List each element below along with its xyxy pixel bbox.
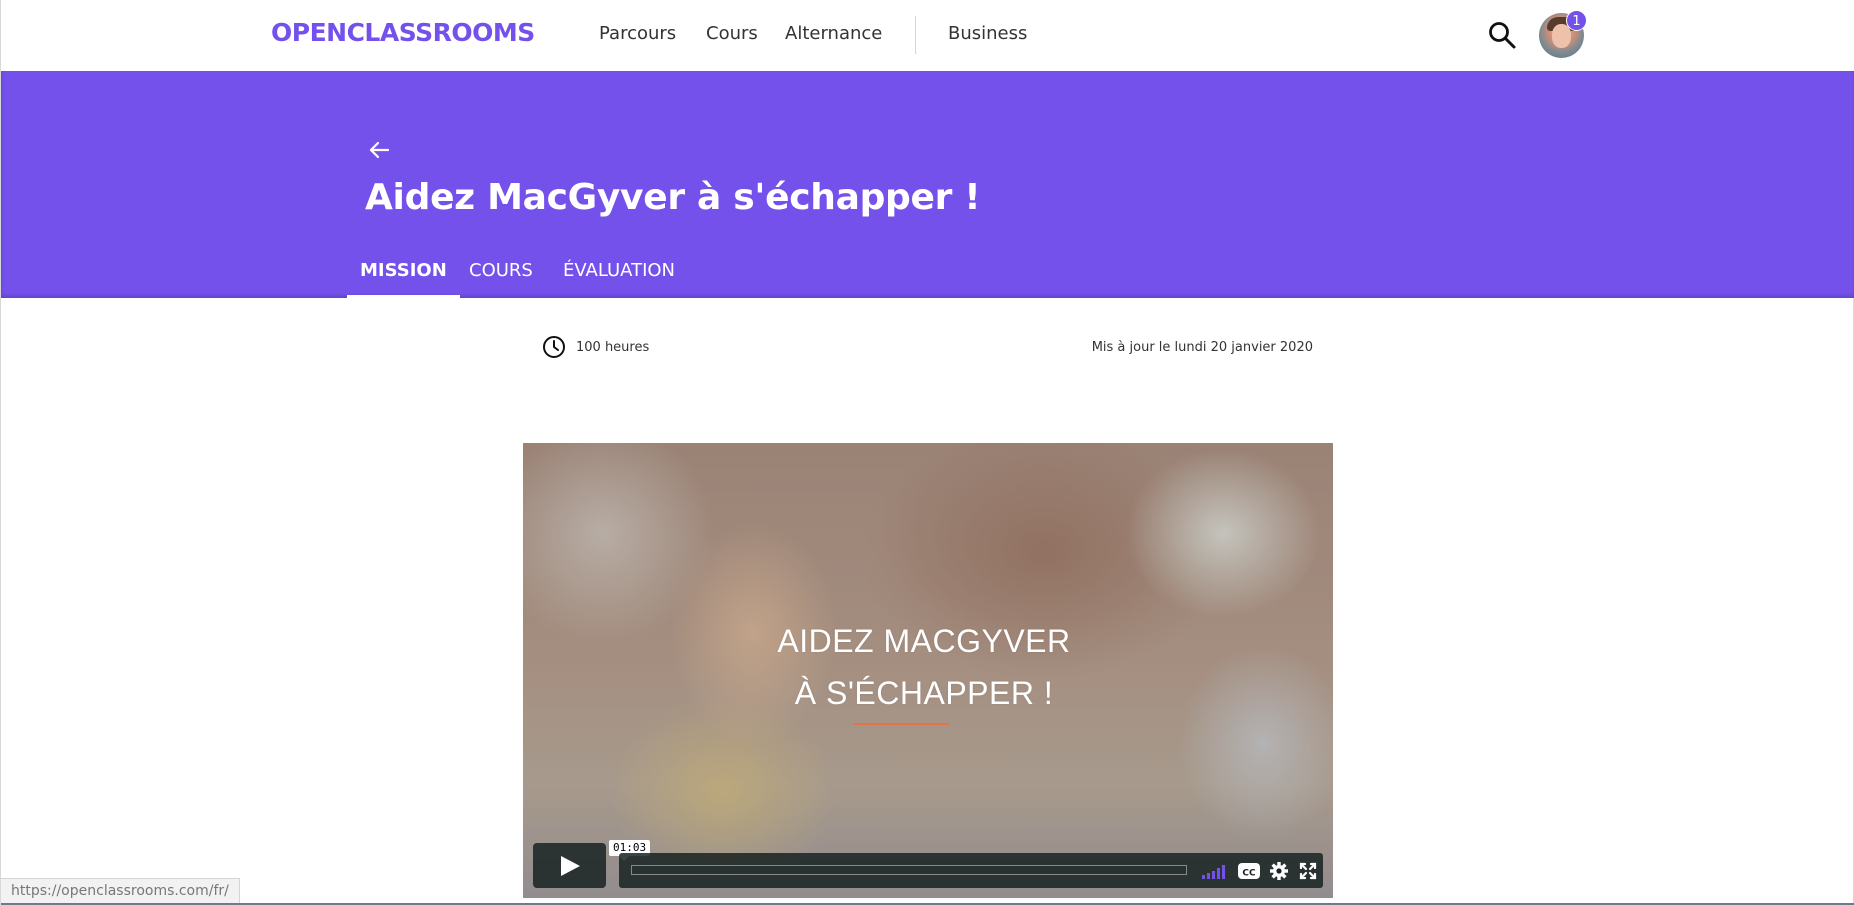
svg-text:CC: CC bbox=[1242, 869, 1256, 879]
video-title-underline bbox=[853, 723, 949, 725]
fullscreen-icon[interactable] bbox=[1299, 861, 1317, 881]
top-navigation: OPENCLASSROOMS Parcours Cours Alternance… bbox=[1, 0, 1854, 71]
settings-icon[interactable] bbox=[1269, 861, 1289, 881]
tab-mission[interactable]: MISSION bbox=[347, 257, 460, 298]
notification-badge[interactable]: 1 bbox=[1566, 10, 1587, 31]
closed-captions-icon[interactable]: CC bbox=[1237, 861, 1261, 881]
video-frame bbox=[523, 443, 1333, 898]
video-control-bar: CC bbox=[619, 853, 1323, 888]
video-title-line2: À S'ÉCHAPPER ! bbox=[794, 675, 1054, 711]
nav-link-cours[interactable]: Cours bbox=[706, 23, 758, 44]
arrow-left-icon[interactable] bbox=[367, 138, 391, 162]
course-video-player[interactable]: AIDEZ MACGYVER À S'ÉCHAPPER ! 01:03 CC bbox=[523, 443, 1333, 898]
last-updated-text: Mis à jour le lundi 20 janvier 2020 bbox=[1091, 340, 1313, 355]
status-bar-url: https://openclassrooms.com/fr/ bbox=[1, 878, 240, 904]
play-button[interactable] bbox=[533, 843, 606, 888]
nav-divider bbox=[915, 16, 916, 54]
course-header: Aidez MacGyver à s'échapper ! MISSION CO… bbox=[1, 71, 1854, 298]
nav-link-business[interactable]: Business bbox=[948, 23, 1027, 44]
video-progress-bar[interactable] bbox=[631, 865, 1187, 875]
openclassrooms-logo[interactable]: OPENCLASSROOMS bbox=[271, 18, 535, 47]
tab-cours[interactable]: COURS bbox=[469, 257, 533, 298]
clock-icon bbox=[543, 336, 565, 358]
video-title-line1: AIDEZ MACGYVER bbox=[777, 623, 1071, 659]
search-icon[interactable] bbox=[1487, 20, 1517, 50]
duration-text: 100 heures bbox=[576, 339, 650, 355]
course-duration: 100 heures bbox=[542, 335, 649, 359]
nav-link-alternance[interactable]: Alternance bbox=[785, 23, 882, 44]
tab-evaluation[interactable]: ÉVALUATION bbox=[563, 257, 675, 298]
volume-icon[interactable] bbox=[1200, 861, 1230, 881]
play-icon bbox=[561, 856, 580, 876]
nav-link-parcours[interactable]: Parcours bbox=[599, 23, 676, 44]
course-title: Aidez MacGyver à s'échapper ! bbox=[365, 177, 981, 218]
